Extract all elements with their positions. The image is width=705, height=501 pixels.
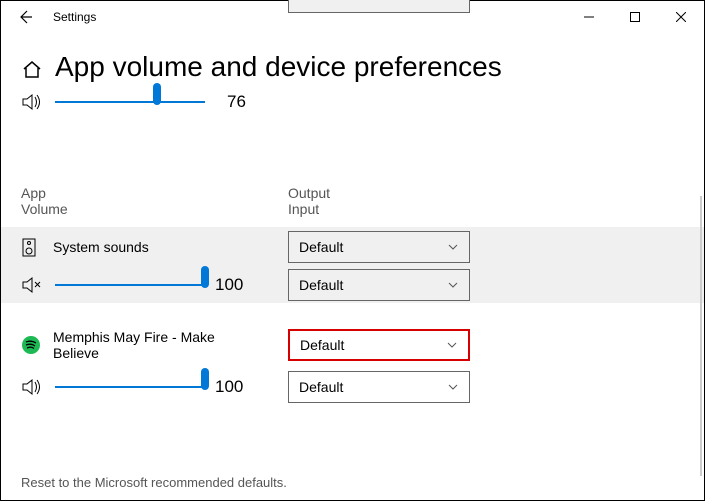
chevron-down-icon (446, 339, 458, 351)
app-row-spotify: Memphis May Fire - Make Believe Default (1, 321, 704, 369)
master-device-dropdown[interactable] (288, 0, 470, 13)
app-row-system-sounds: System sounds Default (1, 227, 704, 267)
chevron-down-icon (447, 241, 459, 253)
master-volume-slider[interactable] (55, 93, 205, 111)
col-input: Input (288, 201, 330, 217)
master-volume-row: 76 (1, 89, 704, 115)
minimize-icon (584, 12, 594, 22)
mute-icon[interactable] (21, 274, 43, 296)
output-dropdown[interactable]: Default (288, 231, 470, 263)
maximize-icon (630, 12, 640, 22)
speaker-icon[interactable] (21, 91, 43, 113)
chevron-down-icon (447, 279, 459, 291)
col-app: App (21, 185, 288, 201)
column-headers: AppVolume OutputInput (1, 185, 704, 217)
speaker-icon[interactable] (21, 376, 43, 398)
col-output: Output (288, 185, 330, 201)
slider-thumb[interactable] (201, 266, 209, 288)
spotify-icon (21, 335, 41, 355)
slider-thumb[interactable] (201, 368, 209, 390)
app-volume-value: 100 (215, 275, 245, 295)
window-controls (566, 1, 704, 33)
app-slider-row: 100 Default (1, 369, 704, 405)
arrow-left-icon (17, 9, 33, 25)
app-volume-slider[interactable] (55, 276, 205, 294)
app-name: System sounds (53, 239, 149, 255)
app-volume-slider[interactable] (55, 378, 205, 396)
minimize-button[interactable] (566, 1, 612, 33)
input-dropdown[interactable]: Default (288, 269, 470, 301)
back-button[interactable] (13, 5, 37, 29)
maximize-button[interactable] (612, 1, 658, 33)
window-title: Settings (53, 10, 96, 24)
reset-text: Reset to the Microsoft recommended defau… (21, 475, 287, 490)
chevron-down-icon (447, 381, 459, 393)
system-sounds-icon (21, 237, 41, 257)
app-volume-value: 100 (215, 377, 245, 397)
app-name: Memphis May Fire - Make Believe (53, 329, 253, 361)
page-title: App volume and device preferences (55, 51, 502, 83)
scrollbar[interactable] (700, 196, 702, 476)
input-dropdown[interactable]: Default (288, 371, 470, 403)
page-header: App volume and device preferences (1, 33, 704, 89)
app-slider-row: 100 Default (1, 267, 704, 303)
close-button[interactable] (658, 1, 704, 33)
slider-thumb[interactable] (153, 83, 161, 105)
col-volume: Volume (21, 201, 288, 217)
output-dropdown[interactable]: Default (288, 329, 470, 361)
close-icon (676, 12, 686, 22)
master-volume-value: 76 (227, 92, 257, 112)
home-icon[interactable] (21, 58, 43, 80)
